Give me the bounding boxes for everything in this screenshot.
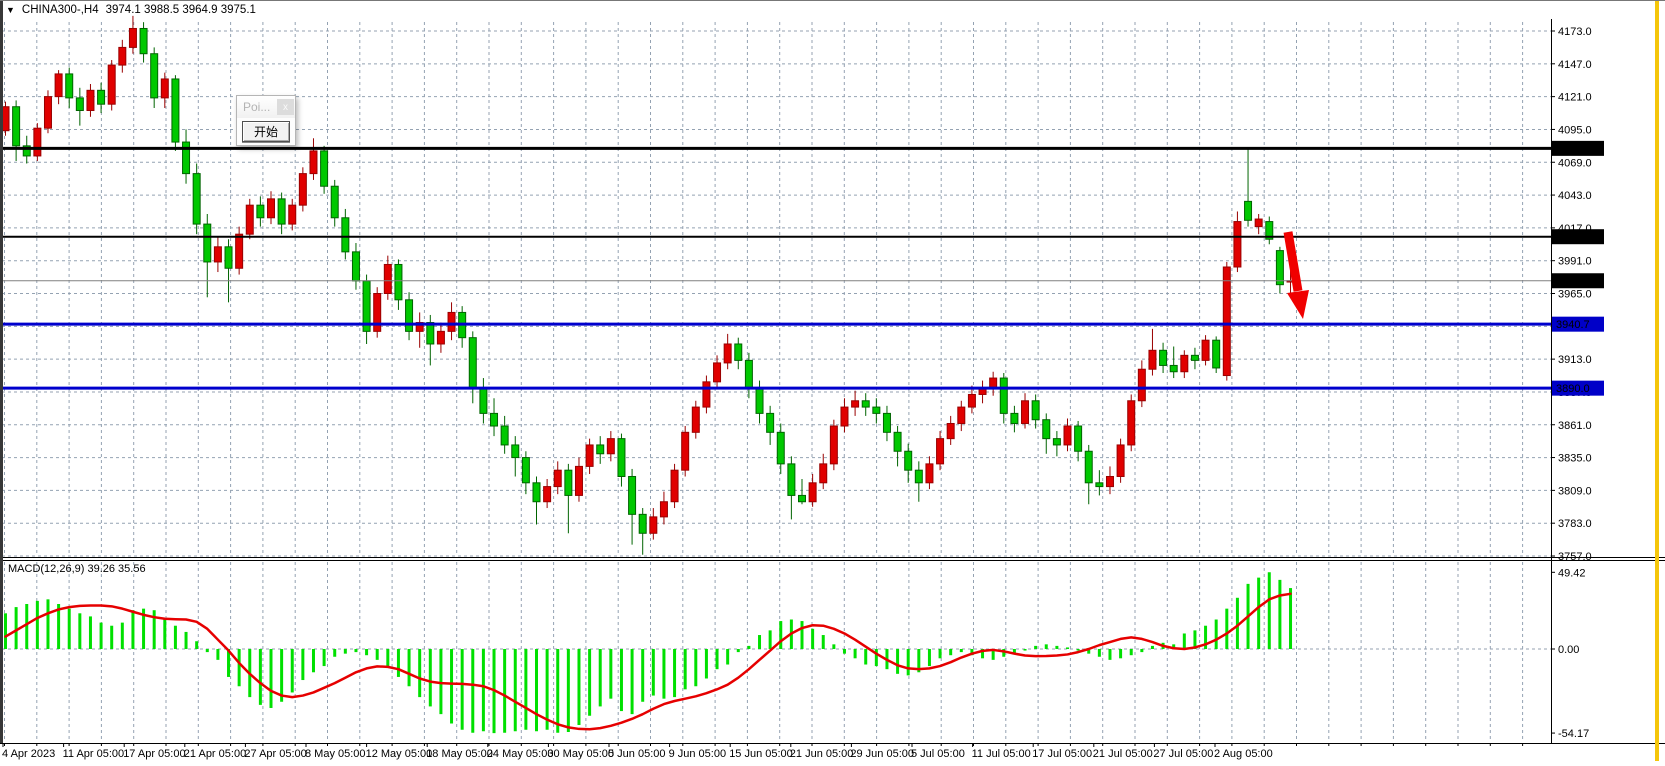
svg-text:4043.0: 4043.0: [1558, 190, 1592, 202]
close-icon[interactable]: x: [277, 99, 294, 115]
symbol-dropdown-icon[interactable]: ▼: [6, 5, 15, 16]
svg-text:3940.7: 3940.7: [1556, 319, 1590, 331]
svg-text:3783.0: 3783.0: [1558, 518, 1592, 530]
svg-text:4069.0: 4069.0: [1558, 157, 1592, 169]
svg-text:27 Apr 05:00: 27 Apr 05:00: [244, 748, 306, 760]
start-button[interactable]: 开始: [242, 121, 290, 142]
svg-text:11 Apr 05:00: 11 Apr 05:00: [63, 748, 125, 760]
svg-text:11 Jul 05:00: 11 Jul 05:00: [972, 748, 1031, 760]
svg-text:2 Aug 05:00: 2 Aug 05:00: [1214, 748, 1273, 760]
chart-title-symbol: CHINA300-,H4: [22, 4, 99, 16]
svg-text:3965.0: 3965.0: [1558, 289, 1592, 301]
dialog-titlebar: Poi... x: [237, 96, 295, 118]
svg-text:21 Jul 05:00: 21 Jul 05:00: [1093, 748, 1153, 760]
svg-text:4010.0: 4010.0: [1556, 232, 1590, 244]
svg-text:0.00: 0.00: [1558, 644, 1579, 656]
svg-text:15 Jun 05:00: 15 Jun 05:00: [729, 748, 793, 760]
svg-text:21 Apr 05:00: 21 Apr 05:00: [184, 748, 246, 760]
svg-text:29 Jun 05:00: 29 Jun 05:00: [850, 748, 914, 760]
svg-text:3809.0: 3809.0: [1558, 485, 1592, 497]
dialog-title: Poi...: [243, 100, 270, 114]
chart-title-ohlc: 3974.1 3988.5 3964.9 3975.1: [106, 4, 256, 16]
svg-text:-54.17: -54.17: [1558, 728, 1589, 740]
chart-window: ▼ CHINA300-,H4 3974.1 3988.5 3964.9 3975…: [0, 0, 1665, 766]
svg-text:24 May 05:00: 24 May 05:00: [487, 748, 554, 760]
svg-text:5 Jun 05:00: 5 Jun 05:00: [608, 748, 666, 760]
svg-text:3757.0: 3757.0: [1558, 551, 1592, 563]
chart-titlebar: ▼ CHINA300-,H4 3974.1 3988.5 3964.9 3975…: [6, 4, 256, 16]
window-left-border: [0, 1, 3, 743]
svg-text:17 Apr 05:00: 17 Apr 05:00: [123, 748, 185, 760]
svg-text:18 May 05:00: 18 May 05:00: [426, 748, 493, 760]
svg-text:3890.0: 3890.0: [1556, 383, 1590, 395]
svg-text:4147.0: 4147.0: [1558, 59, 1592, 71]
svg-text:49.42: 49.42: [1558, 567, 1586, 579]
svg-text:4080.0: 4080.0: [1556, 143, 1590, 155]
svg-text:27 Jul 05:00: 27 Jul 05:00: [1153, 748, 1213, 760]
svg-text:21 Jun 05:00: 21 Jun 05:00: [790, 748, 854, 760]
svg-text:3991.0: 3991.0: [1558, 256, 1592, 268]
svg-text:12 May 05:00: 12 May 05:00: [366, 748, 433, 760]
svg-text:3835.0: 3835.0: [1558, 453, 1592, 465]
svg-text:4 Apr 2023: 4 Apr 2023: [2, 748, 55, 760]
points-dialog: Poi... x 开始: [236, 95, 296, 146]
svg-text:4173.0: 4173.0: [1558, 26, 1592, 38]
svg-text:17 Jul 05:00: 17 Jul 05:00: [1032, 748, 1092, 760]
svg-text:4121.0: 4121.0: [1558, 92, 1592, 104]
svg-text:3861.0: 3861.0: [1558, 420, 1592, 432]
svg-text:3975.1: 3975.1: [1556, 276, 1590, 288]
svg-text:4095.0: 4095.0: [1558, 124, 1592, 136]
macd-indicator-label: MACD(12,26,9) 39.26 35.56: [8, 563, 146, 575]
svg-text:8 May 05:00: 8 May 05:00: [305, 748, 366, 760]
svg-text:9 Jun 05:00: 9 Jun 05:00: [669, 748, 727, 760]
svg-text:5 Jul 05:00: 5 Jul 05:00: [911, 748, 965, 760]
svg-text:3913.0: 3913.0: [1558, 354, 1592, 366]
svg-text:30 May 05:00: 30 May 05:00: [547, 748, 614, 760]
